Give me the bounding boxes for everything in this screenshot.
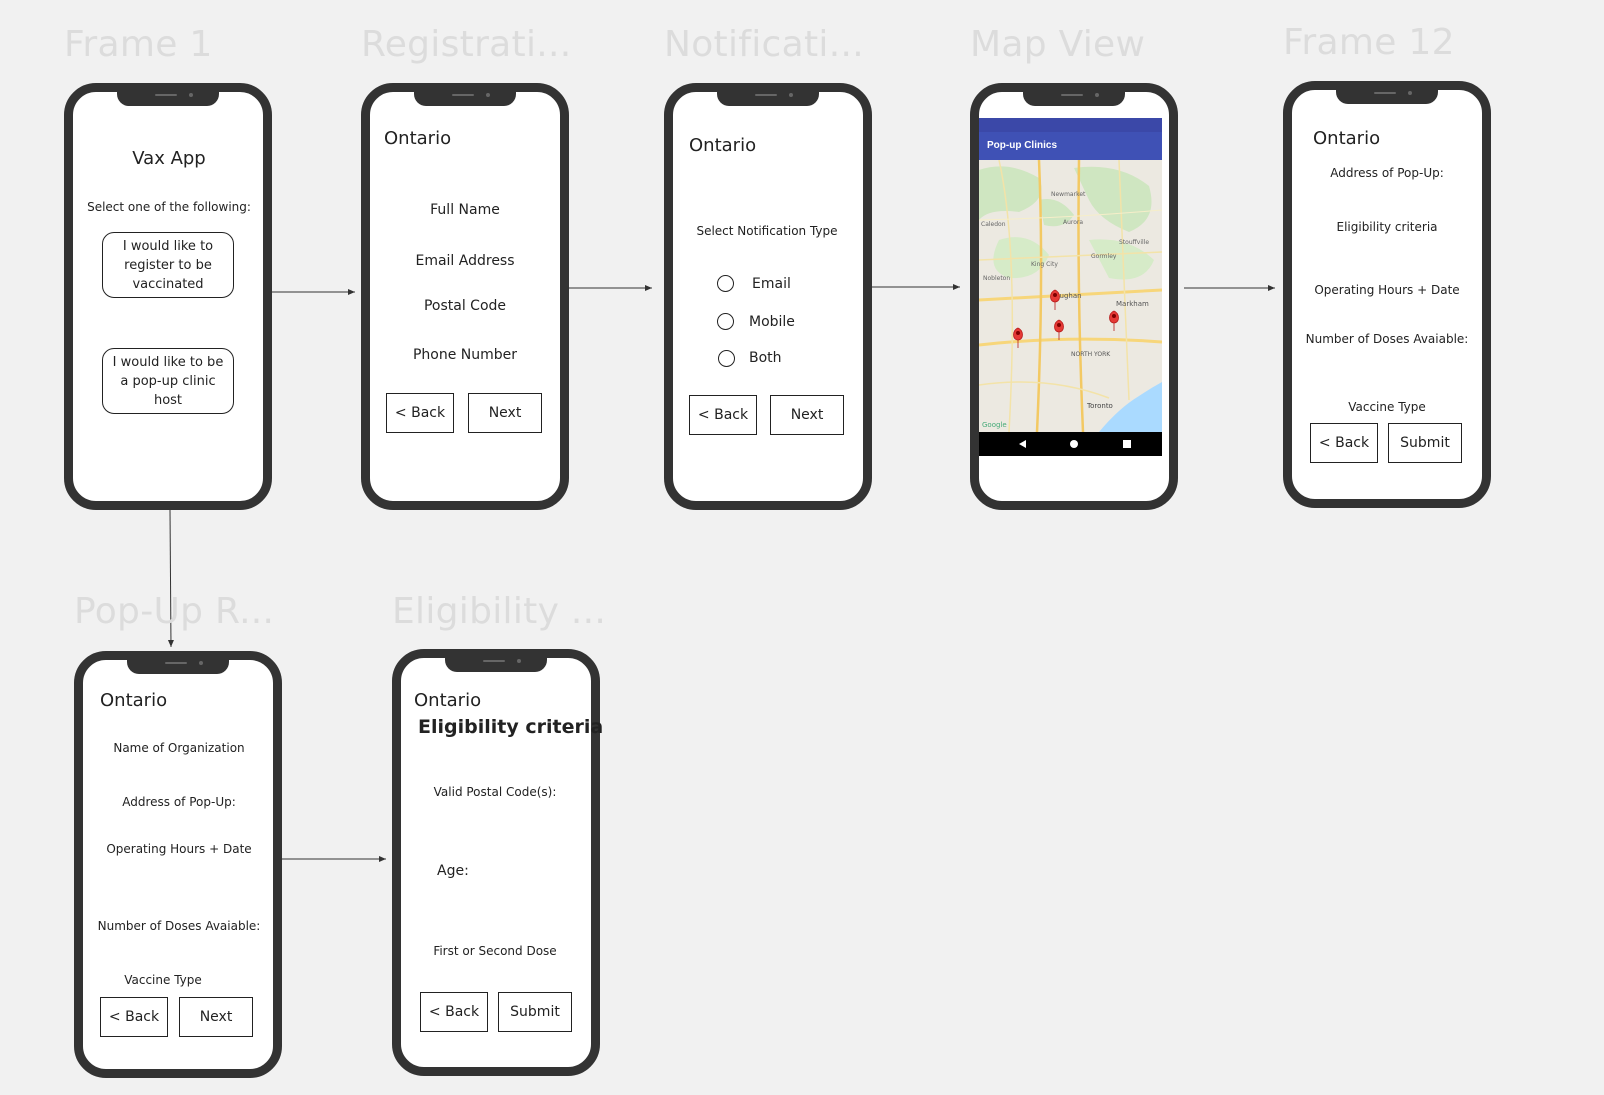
vaccine-type-label: Vaccine Type — [124, 973, 202, 987]
region-header: Ontario — [100, 690, 168, 711]
back-button[interactable]: < Back — [689, 395, 757, 435]
place-label: Aurora — [1063, 219, 1083, 226]
place-label: NORTH YORK — [1071, 351, 1111, 358]
phone-map: Pop-up Clinics Vaughan Markham NORTH YOR… — [970, 83, 1178, 510]
postal-code-label: Postal Code — [423, 298, 507, 314]
back-button[interactable]: < Back — [420, 992, 488, 1032]
back-button[interactable]: < Back — [386, 393, 454, 433]
map-app-bar: Pop-up Clinics — [979, 132, 1162, 160]
submit-button[interactable]: Submit — [1388, 423, 1462, 463]
phone-frame12: Ontario Address of Pop-Up: Eligibility c… — [1283, 81, 1491, 508]
submit-button[interactable]: Submit — [498, 992, 572, 1032]
phone-number-label: Phone Number — [412, 347, 518, 363]
select-prompt: Select one of the following: — [87, 200, 251, 214]
frame-title-registration: Registrati... — [361, 24, 572, 65]
operating-hours-label: Operating Hours + Date — [1314, 283, 1460, 297]
recents-nav-icon[interactable] — [1123, 440, 1131, 448]
mobile-radio[interactable] — [717, 313, 734, 330]
age-label: Age: — [437, 863, 469, 879]
frame-title-popup: Pop-Up R... — [74, 591, 275, 632]
next-button[interactable]: Next — [179, 997, 253, 1037]
vaccine-type-label: Vaccine Type — [1348, 400, 1426, 414]
email-address-label: Email Address — [415, 253, 515, 269]
organization-name-label: Name of Organization — [113, 741, 245, 755]
place-label: Nobleton — [983, 275, 1010, 282]
eligibility-label: Eligibility criteria — [1336, 220, 1438, 234]
notification-type-prompt: Select Notification Type — [696, 224, 838, 238]
phone-notch — [127, 658, 229, 674]
phone-notch — [717, 90, 819, 106]
both-radio[interactable] — [718, 350, 735, 367]
full-name-label: Full Name — [430, 202, 500, 218]
app-title: Vax App — [132, 148, 206, 169]
register-option-button[interactable]: I would like to register to be vaccinate… — [102, 232, 234, 298]
region-header: Ontario — [689, 135, 757, 156]
postal-codes-label: Valid Postal Code(s): — [433, 785, 557, 799]
email-option-label: Email — [752, 276, 791, 292]
dose-number-label: First or Second Dose — [433, 944, 557, 958]
phone-notch — [445, 656, 547, 672]
email-radio[interactable] — [717, 275, 734, 292]
place-label: Newmarket — [1051, 191, 1086, 198]
mobile-option-label: Mobile — [749, 314, 795, 330]
region-header: Ontario — [414, 690, 482, 711]
phone-registration: Ontario Full Name Email Address Postal C… — [361, 83, 569, 510]
frame-title-frame1: Frame 1 — [64, 24, 213, 65]
phone-notification: Ontario Select Notification Type Email M… — [664, 83, 872, 510]
back-nav-icon[interactable] — [1019, 440, 1026, 448]
phone-popup-registration: Ontario Name of Organization Address of … — [74, 651, 282, 1078]
both-option-label: Both — [749, 350, 782, 366]
frame-title-eligibility: Eligibility ... — [392, 591, 607, 632]
map-screen: Pop-up Clinics Vaughan Markham NORTH YOR… — [979, 118, 1162, 458]
back-button[interactable]: < Back — [100, 997, 168, 1037]
address-label: Address of Pop-Up: — [122, 795, 236, 809]
region-header: Ontario — [384, 128, 452, 149]
place-label: King City — [1031, 261, 1058, 268]
phone-notch — [1336, 88, 1438, 104]
phone-eligibility: Ontario Eligibility criteria Valid Posta… — [392, 649, 604, 1076]
phone-notch — [414, 90, 516, 106]
status-bar — [979, 118, 1162, 132]
next-button[interactable]: Next — [468, 393, 542, 433]
address-label: Address of Pop-Up: — [1330, 166, 1444, 180]
android-nav-bar — [979, 432, 1162, 456]
google-attribution: Google — [982, 421, 1007, 429]
frame-title-frame12: Frame 12 — [1283, 22, 1455, 63]
clinic-map[interactable]: Vaughan Markham NORTH YORK Toronto King … — [979, 160, 1162, 432]
place-label: Markham — [1116, 300, 1149, 308]
place-label: Toronto — [1086, 402, 1113, 410]
place-label: Stouffville — [1119, 239, 1149, 246]
phone-frame1: Vax App Select one of the following: I w… — [64, 83, 272, 510]
home-nav-icon[interactable] — [1070, 440, 1078, 448]
doses-label: Number of Doses Avaiable: — [97, 919, 261, 933]
place-label: Gormley — [1091, 253, 1117, 260]
phone-notch — [1023, 90, 1125, 106]
phone-notch — [117, 90, 219, 106]
doses-label: Number of Doses Avaiable: — [1305, 332, 1469, 346]
frame-title-map: Map View — [970, 24, 1146, 65]
host-option-button[interactable]: I would like to be a pop-up clinic host — [102, 348, 234, 414]
back-button[interactable]: < Back — [1310, 423, 1378, 463]
frame-title-notification: Notificati... — [664, 24, 864, 65]
place-label: Caledon — [981, 221, 1006, 228]
next-button[interactable]: Next — [770, 395, 844, 435]
eligibility-heading: Eligibility criteria — [418, 716, 604, 738]
region-header: Ontario — [1313, 128, 1381, 149]
operating-hours-label: Operating Hours + Date — [106, 842, 252, 856]
